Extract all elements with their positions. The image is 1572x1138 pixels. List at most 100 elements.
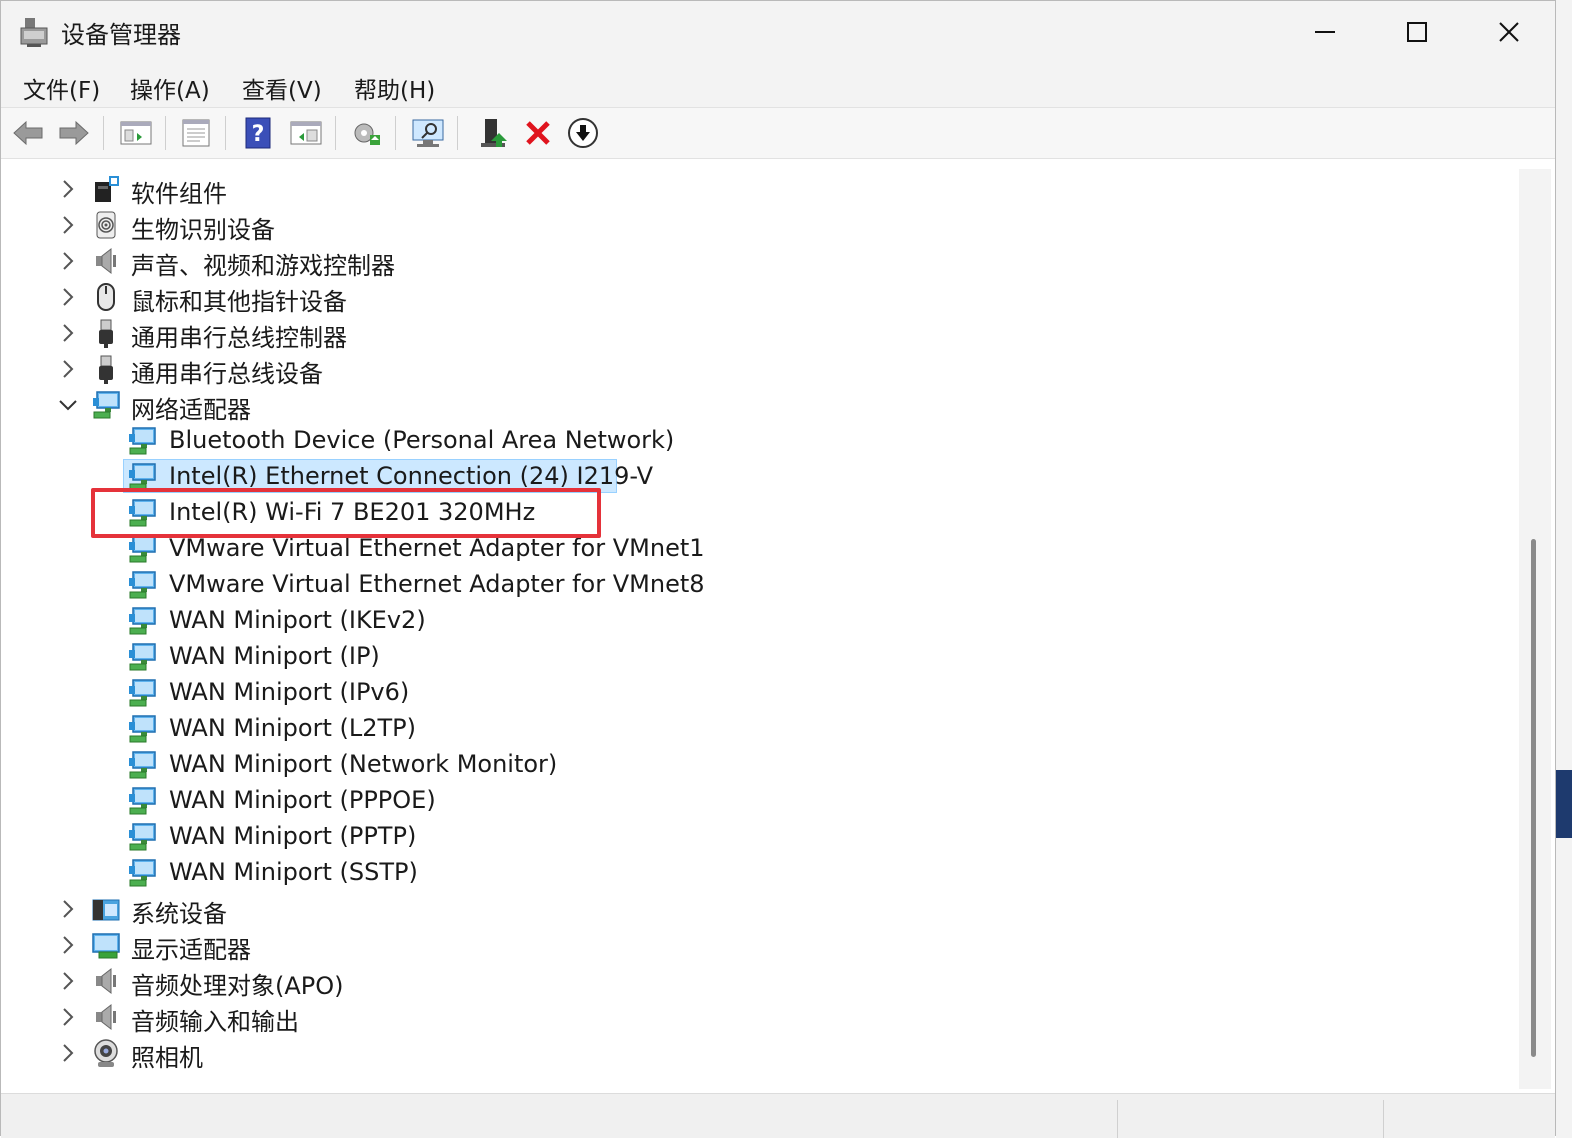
maximize-icon [1407,22,1427,42]
chevron-right-icon[interactable] [57,932,79,958]
chevron-right-icon[interactable] [57,284,79,310]
network-adapter-icon [129,427,156,455]
category-label: 音频处理对象(APO) [131,972,344,1000]
network-adapter-icon [129,859,156,887]
tree-device[interactable]: WAN Miniport (SSTP) [7,855,1507,891]
scan-hardware-button[interactable] [411,116,445,150]
speaker-icon [96,967,116,995]
device-label: WAN Miniport (PPPOE) [169,786,436,814]
device-manager-app-icon [20,18,48,47]
menu-action[interactable]: 操作(A) [130,71,210,105]
category-label: 通用串行总线设备 [131,360,323,388]
minimize-icon [1315,31,1335,33]
help-icon: ? [245,117,271,149]
device-label: WAN Miniport (SSTP) [169,858,418,886]
device-tree: 软件组件生物识别设备 声音、视频和游戏控制器 鼠标和其他指针设备通用串行总线控制器通… [7,169,1519,1089]
chevron-down-icon[interactable] [57,392,79,418]
minimize-button[interactable] [1279,1,1371,63]
tree-device[interactable]: VMware Virtual Ethernet Adapter for VMne… [7,567,1507,603]
network-adapter-icon [129,607,156,635]
back-icon [13,120,43,146]
action-view-icon [290,121,322,145]
tree-device[interactable]: WAN Miniport (PPPOE) [7,783,1507,819]
uninstall-device-icon [526,121,550,145]
device-label: WAN Miniport (IP) [169,642,380,670]
tree-category[interactable]: 系统设备 [7,891,1507,928]
tree-category-network-adapters[interactable]: 网络适配器 [7,387,1507,424]
vertical-scrollbar[interactable] [1519,169,1551,1089]
svg-text:?: ? [252,122,265,147]
chevron-right-icon[interactable] [57,320,79,346]
properties-icon [182,119,210,147]
maximize-button[interactable] [1371,1,1463,63]
tree-category[interactable]: 生物识别设备 [7,207,1507,244]
chevron-right-icon[interactable] [57,212,79,238]
uninstall-device-button[interactable] [521,116,555,150]
chevron-right-icon[interactable] [57,356,79,382]
menu-file[interactable]: 文件(F) [23,71,100,105]
action-view-button[interactable] [289,116,323,150]
category-label: 网络适配器 [131,396,251,424]
category-label: 生物识别设备 [131,216,275,244]
camera-icon [94,1039,118,1067]
chevron-right-icon[interactable] [57,248,79,274]
network-adapter-icon [129,643,156,671]
device-label: VMware Virtual Ethernet Adapter for VMne… [169,570,705,598]
category-label: 软件组件 [131,180,227,208]
tree-device[interactable]: WAN Miniport (IKEv2) [7,603,1507,639]
device-label: WAN Miniport (IPv6) [169,678,410,706]
background-window-edge [1556,0,1572,1138]
show-hide-tree-button[interactable] [119,116,153,150]
device-label: WAN Miniport (L2TP) [169,714,416,742]
chevron-right-icon[interactable] [57,176,79,202]
tree-device[interactable]: WAN Miniport (IP) [7,639,1507,675]
tree-category[interactable]: 通用串行总线设备 [7,351,1507,388]
window-title: 设备管理器 [61,21,181,49]
disable-device-button[interactable] [566,116,600,150]
tree-device[interactable]: WAN Miniport (PPTP) [7,819,1507,855]
back-button[interactable] [11,116,45,150]
tree-category[interactable]: 软件组件 [7,171,1507,208]
enable-device-button[interactable] [477,116,511,150]
tree-category[interactable]: 音频输入和输出 [7,999,1507,1036]
chevron-right-icon[interactable] [57,896,79,922]
help-button[interactable]: ? [241,116,275,150]
status-bar [1,1093,1555,1138]
system-device-icon [92,899,120,921]
tree-category[interactable]: 显示适配器 [7,927,1507,964]
device-label: WAN Miniport (IKEv2) [169,606,426,634]
speaker-icon [96,247,116,275]
tree-category[interactable]: 通用串行总线控制器 [7,315,1507,352]
properties-button[interactable] [179,116,213,150]
enable-device-icon [481,119,507,147]
network-adapter-icon [129,787,156,815]
tree-device[interactable]: WAN Miniport (IPv6) [7,675,1507,711]
tree-category[interactable]: 照相机 [7,1035,1507,1072]
network-adapter-icon [93,391,120,419]
software-component-icon [95,176,119,202]
annotation-highlight-box [91,488,601,538]
chevron-right-icon[interactable] [57,968,79,994]
network-adapter-icon [129,715,156,743]
update-driver-button[interactable] [349,116,383,150]
fingerprint-icon [96,211,116,239]
network-adapter-icon [129,571,156,599]
tree-device[interactable]: Bluetooth Device (Personal Area Network) [7,423,1507,459]
display-adapter-icon [92,933,120,959]
chevron-right-icon[interactable] [57,1040,79,1066]
category-label: 照相机 [131,1044,203,1072]
scrollbar-thumb[interactable] [1531,539,1536,1057]
update-driver-icon [354,123,380,145]
tree-category[interactable]: 音频处理对象(APO) [7,963,1507,1000]
menu-help[interactable]: 帮助(H) [354,71,435,105]
tree-device[interactable]: WAN Miniport (L2TP) [7,711,1507,747]
menu-view[interactable]: 查看(V) [242,71,322,105]
category-label: 通用串行总线控制器 [131,324,347,352]
tree-category[interactable]: 声音、视频和游戏控制器 [7,243,1507,280]
chevron-right-icon[interactable] [57,1004,79,1030]
mouse-icon [97,283,115,311]
tree-device[interactable]: WAN Miniport (Network Monitor) [7,747,1507,783]
close-button[interactable] [1463,1,1555,63]
forward-button[interactable] [57,116,91,150]
tree-category[interactable]: 鼠标和其他指针设备 [7,279,1507,316]
